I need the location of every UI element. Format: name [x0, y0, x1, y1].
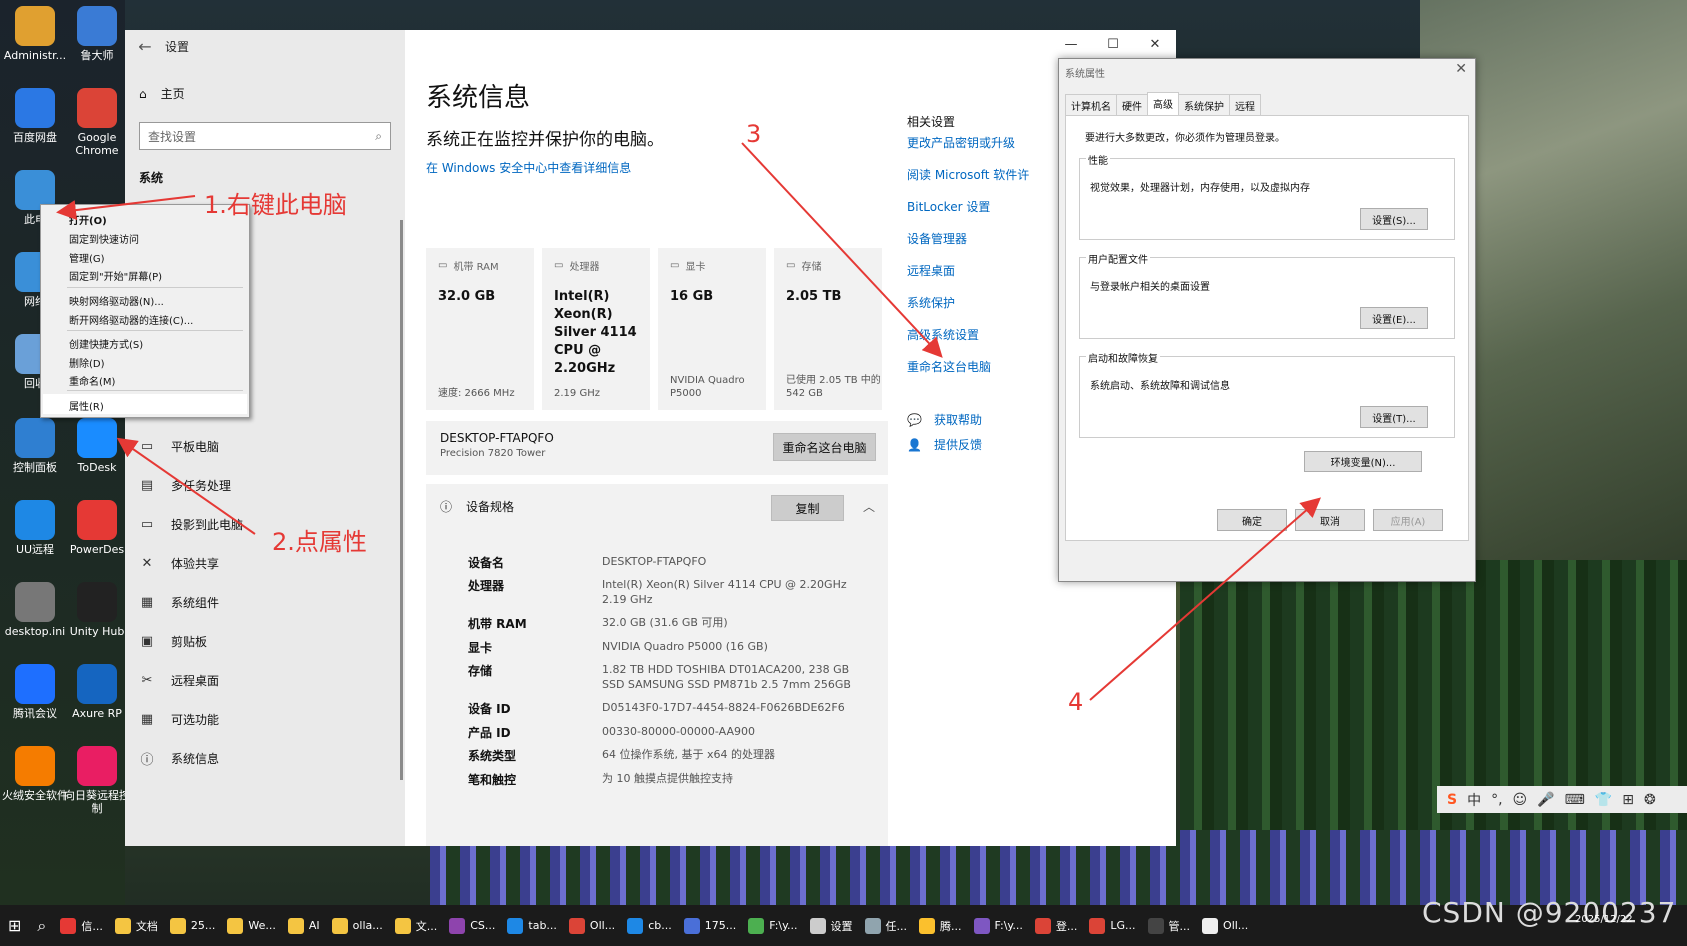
- app-icon: [507, 917, 524, 934]
- keyboard-icon[interactable]: ⌨: [1565, 792, 1585, 808]
- taskbar-app[interactable]: 设置: [804, 905, 859, 946]
- taskbar-app[interactable]: Oll...: [563, 905, 621, 946]
- taskbar-app-label: 文...: [415, 919, 438, 933]
- app-icon: [568, 917, 585, 934]
- taskbar-app[interactable]: 腾...: [913, 905, 968, 946]
- app-icon: [627, 917, 644, 934]
- app-icon: [331, 917, 348, 934]
- taskbar-app[interactable]: F:\y...: [968, 905, 1029, 946]
- app-icon: [114, 917, 131, 934]
- emoji-icon[interactable]: ☺: [1513, 792, 1528, 808]
- taskbar-clock: 2025/12/22: [1575, 914, 1633, 925]
- taskbar-app-label: F:\y...: [994, 919, 1023, 932]
- chinese-mode-icon[interactable]: 中: [1467, 790, 1481, 810]
- taskbar-app[interactable]: F:\y...: [742, 905, 803, 946]
- app-icon: [809, 917, 826, 934]
- taskbar-app[interactable]: CS...: [443, 905, 501, 946]
- mic-icon[interactable]: 🎤: [1537, 792, 1554, 808]
- taskbar-app-label: 腾...: [940, 919, 962, 933]
- skin-icon[interactable]: 👕: [1595, 792, 1612, 808]
- app-icon: [864, 917, 881, 934]
- taskbar-app[interactable]: AI: [282, 905, 326, 946]
- taskbar-app[interactable]: 信...: [54, 905, 109, 946]
- taskbar-app-label: CS...: [470, 919, 496, 932]
- taskbar-app-label: Oll...: [1223, 919, 1249, 932]
- punctuation-icon[interactable]: °,: [1491, 792, 1502, 808]
- sogou-icon[interactable]: S: [1447, 792, 1457, 808]
- taskbar-app[interactable]: LG...: [1083, 905, 1141, 946]
- taskbar-app[interactable]: Oll...: [1196, 905, 1254, 946]
- app-icon: [287, 917, 304, 934]
- app-icon: [449, 917, 466, 934]
- annotation-arrows: [56, 142, 1322, 701]
- taskbar-app[interactable]: 文...: [389, 905, 444, 946]
- taskbar-app[interactable]: 管...: [1142, 905, 1197, 946]
- arrow-1: [56, 195, 196, 221]
- annotation-step-1: 1.右键此电脑: [204, 191, 347, 219]
- app-icon: [60, 917, 77, 934]
- app-icon: [973, 917, 990, 934]
- taskbar-app-label: tab...: [528, 919, 557, 932]
- csdn-watermark: CSDN @9200237: [1422, 896, 1677, 929]
- taskbar-app-label: Oll...: [589, 919, 616, 932]
- taskbar-app[interactable]: 175...: [678, 905, 743, 946]
- app-icon: [919, 917, 936, 934]
- search-button[interactable]: ⌕: [29, 905, 54, 946]
- taskbar-app-label: 管...: [1168, 919, 1191, 933]
- taskbar-app[interactable]: tab...: [501, 905, 563, 946]
- taskbar-app-label: 信...: [81, 919, 103, 933]
- app-icon: [1034, 917, 1051, 934]
- ime-toolbar: S 中 °, ☺ 🎤 ⌨ 👕 ⊞ ❂: [1437, 786, 1687, 813]
- app-icon: [1202, 917, 1219, 934]
- taskbar-app-label: olla...: [352, 919, 383, 932]
- annotation-step-4: 4: [1068, 688, 1084, 716]
- app-icon: [227, 917, 244, 934]
- app-icon: [748, 917, 765, 934]
- taskbar-app[interactable]: 25...: [164, 905, 222, 946]
- taskbar-app[interactable]: 登...: [1029, 905, 1084, 946]
- app-icon: [394, 917, 411, 934]
- app-icon: [1147, 917, 1164, 934]
- annotation-step-2: 2.点属性: [272, 528, 367, 556]
- taskbar-app-label: 文档: [135, 919, 158, 933]
- taskbar-app-label: AI: [308, 919, 320, 932]
- arrow-4: [1089, 497, 1322, 701]
- taskbar-app-label: 任...: [885, 919, 908, 933]
- annotation-step-3: 3: [746, 120, 762, 148]
- taskbar-app-label: 登...: [1055, 919, 1078, 933]
- taskbar-app-label: 设置: [830, 919, 853, 933]
- taskbar-app[interactable]: 任...: [859, 905, 914, 946]
- search-icon: ⌕: [37, 915, 47, 935]
- taskbar-app[interactable]: 文档: [109, 905, 164, 946]
- app-icon: [169, 917, 186, 934]
- taskbar-app[interactable]: cb...: [621, 905, 678, 946]
- sogou-menu-icon[interactable]: ❂: [1644, 792, 1656, 808]
- start-button[interactable]: ⊞: [0, 905, 29, 946]
- taskbar-app-label: cb...: [648, 919, 672, 932]
- taskbar-app-label: We...: [248, 919, 276, 932]
- taskbar-app[interactable]: We...: [221, 905, 282, 946]
- taskbar-app[interactable]: olla...: [326, 905, 389, 946]
- windows-icon: ⊞: [8, 916, 22, 935]
- app-icon: [1089, 917, 1106, 934]
- arrow-3: [741, 142, 943, 358]
- taskbar-app-label: LG...: [1110, 919, 1136, 932]
- taskbar-app-label: 175...: [704, 919, 737, 932]
- app-icon: [683, 917, 700, 934]
- grid-icon[interactable]: ⊞: [1622, 792, 1634, 808]
- taskbar-app-label: F:\y...: [769, 919, 798, 932]
- arrow-2: [116, 437, 256, 535]
- taskbar-app-label: 25...: [190, 919, 216, 932]
